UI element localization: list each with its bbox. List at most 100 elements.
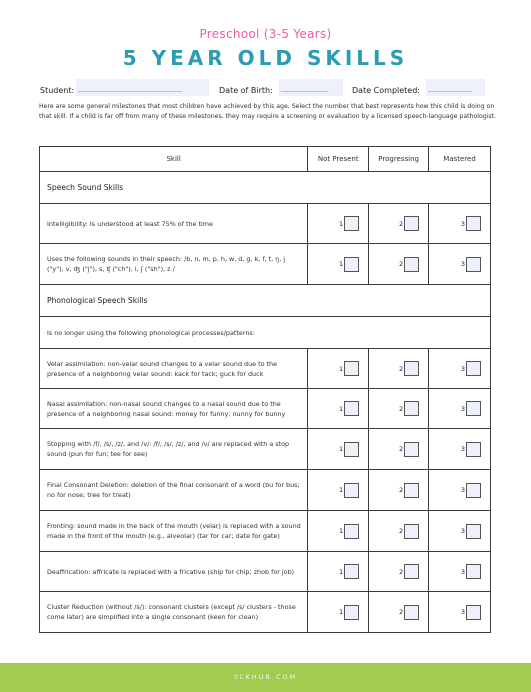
rating-checkbox-progressing[interactable] — [404, 401, 420, 416]
skill-row: Deaffrication: affricate is replaced wit… — [38, 551, 491, 592]
table-header-row: Skill Not Present Progressing Mastered — [38, 146, 491, 172]
rating-number: 1 — [339, 608, 344, 616]
rating-cell-not-present: 1 — [307, 469, 370, 511]
rating-checkbox-not-present[interactable] — [344, 216, 360, 231]
rating-number: 3 — [460, 608, 465, 616]
rating-number: 3 — [460, 404, 465, 413]
rating-cell-mastered: 3 — [428, 203, 491, 244]
rating-checkbox-progressing[interactable] — [404, 216, 420, 231]
skill-row: Final Consonant Deletion: deletion of th… — [38, 469, 491, 511]
rating-checkbox-progressing[interactable] — [404, 482, 420, 498]
rating-number: 1 — [339, 486, 344, 494]
student-label: Student: — [40, 86, 75, 95]
skill-row: Cluster Reduction (without /s/): consona… — [38, 591, 491, 633]
rating-cell-not-present: 1 — [307, 510, 370, 552]
rating-checkbox-mastered[interactable] — [466, 361, 481, 376]
rating-checkbox-not-present[interactable] — [344, 441, 360, 457]
footer-website[interactable]: SLKHUB.COM — [234, 673, 297, 681]
skill-description: Final Consonant Deletion: deletion of th… — [38, 469, 309, 511]
column-header-progressing: Progressing — [368, 146, 430, 172]
skill-description: Fronting: sound made in the back of the … — [38, 510, 309, 552]
rating-checkbox-mastered[interactable] — [466, 216, 481, 231]
date-of-birth-field[interactable]: ____________ — [279, 79, 343, 96]
rating-number: 2 — [398, 445, 404, 453]
rating-number: 1 — [339, 364, 344, 373]
rating-cell-not-present: 1 — [307, 203, 370, 244]
rating-number: 1 — [339, 260, 344, 268]
rating-checkbox-mastered[interactable] — [466, 564, 481, 579]
skill-row: Fronting: sound made in the back of the … — [38, 510, 491, 552]
student-field[interactable]: __________________________ — [76, 79, 209, 96]
rating-cell-mastered: 3 — [428, 551, 491, 592]
page-title: 5 YEAR OLD SKILLS — [122, 46, 409, 70]
rating-checkbox-not-present[interactable] — [344, 256, 360, 272]
rating-checkbox-mastered[interactable] — [466, 482, 481, 498]
rating-checkbox-mastered[interactable] — [466, 523, 481, 539]
rating-number: 3 — [460, 219, 465, 228]
rating-cell-mastered: 3 — [428, 348, 491, 389]
date-completed-field[interactable]: ___________ — [426, 79, 485, 96]
footer-band: SLKHUB.COM — [0, 663, 531, 692]
rating-number: 2 — [398, 260, 404, 268]
rating-checkbox-mastered[interactable] — [466, 256, 481, 272]
rating-checkbox-progressing[interactable] — [404, 441, 420, 457]
rating-cell-not-present: 1 — [307, 551, 370, 592]
section-row: Phonological Speech Skills — [39, 284, 491, 317]
rating-checkbox-mastered[interactable] — [466, 604, 481, 620]
rating-checkbox-progressing[interactable] — [404, 604, 420, 620]
rating-cell-not-present: 1 — [307, 348, 370, 389]
rating-cell-progressing: 2 — [368, 428, 430, 470]
rating-cell-not-present: 1 — [307, 243, 370, 285]
skill-row: Uses the following sounds in their speec… — [38, 243, 491, 285]
rating-cell-progressing: 2 — [368, 348, 430, 389]
rating-number: 2 — [398, 567, 404, 576]
rating-cell-progressing: 2 — [368, 388, 430, 429]
section-note-row: Is no longer using the following phonolo… — [39, 316, 491, 349]
skill-description: Cluster Reduction (without /s/): consona… — [38, 591, 309, 633]
rating-checkbox-progressing[interactable] — [404, 564, 420, 579]
rating-number: 1 — [339, 567, 344, 576]
column-header-skill: Skill — [38, 146, 309, 172]
skill-row: Nasal assimilation: non-nasal sound chan… — [38, 388, 491, 429]
rating-number: 3 — [460, 486, 465, 494]
rating-cell-not-present: 1 — [307, 388, 370, 429]
instructions-text: Here are some general milestones that mo… — [39, 103, 497, 120]
rating-number: 1 — [339, 219, 344, 228]
rating-checkbox-mastered[interactable] — [466, 401, 481, 416]
skill-row: Stopping with /f/, /s/, /z/, and /v/: /f… — [38, 428, 491, 470]
rating-cell-mastered: 3 — [428, 243, 491, 285]
rating-number: 2 — [398, 364, 404, 373]
rating-checkbox-not-present[interactable] — [344, 361, 360, 376]
rating-cell-progressing: 2 — [368, 510, 430, 552]
column-header-not-present: Not Present — [307, 146, 370, 172]
rating-checkbox-not-present[interactable] — [344, 564, 360, 579]
rating-checkbox-progressing[interactable] — [404, 256, 420, 272]
rating-checkbox-progressing[interactable] — [404, 523, 420, 539]
skill-description: Deaffrication: affricate is replaced wit… — [38, 551, 309, 592]
rating-number: 2 — [398, 527, 404, 535]
column-header-mastered: Mastered — [428, 146, 491, 172]
skill-description: Velar assimilation: non-velar sound chan… — [38, 348, 309, 389]
section-title: Phonological Speech Skills — [39, 284, 491, 317]
rating-number: 3 — [460, 445, 465, 453]
rating-checkbox-not-present[interactable] — [344, 401, 360, 416]
rating-checkbox-not-present[interactable] — [344, 523, 360, 539]
date-completed-label: Date Completed: — [352, 86, 420, 95]
rating-number: 2 — [398, 486, 404, 494]
rating-number: 1 — [339, 404, 344, 413]
rating-checkbox-mastered[interactable] — [466, 441, 481, 457]
rating-number: 2 — [398, 404, 404, 413]
rating-cell-progressing: 2 — [368, 591, 430, 633]
skill-row: Velar assimilation: non-velar sound chan… — [38, 348, 491, 389]
rating-cell-mastered: 3 — [428, 388, 491, 429]
rating-cell-progressing: 2 — [368, 203, 430, 244]
rating-number: 3 — [460, 260, 465, 268]
rating-checkbox-not-present[interactable] — [344, 604, 360, 620]
rating-cell-mastered: 3 — [428, 591, 491, 633]
skill-description: Stopping with /f/, /s/, /z/, and /v/: /f… — [38, 428, 309, 470]
rating-checkbox-progressing[interactable] — [404, 361, 420, 376]
rating-number: 2 — [398, 219, 404, 228]
rating-checkbox-not-present[interactable] — [344, 482, 360, 498]
rating-cell-mastered: 3 — [428, 510, 491, 552]
rating-cell-progressing: 2 — [368, 469, 430, 511]
